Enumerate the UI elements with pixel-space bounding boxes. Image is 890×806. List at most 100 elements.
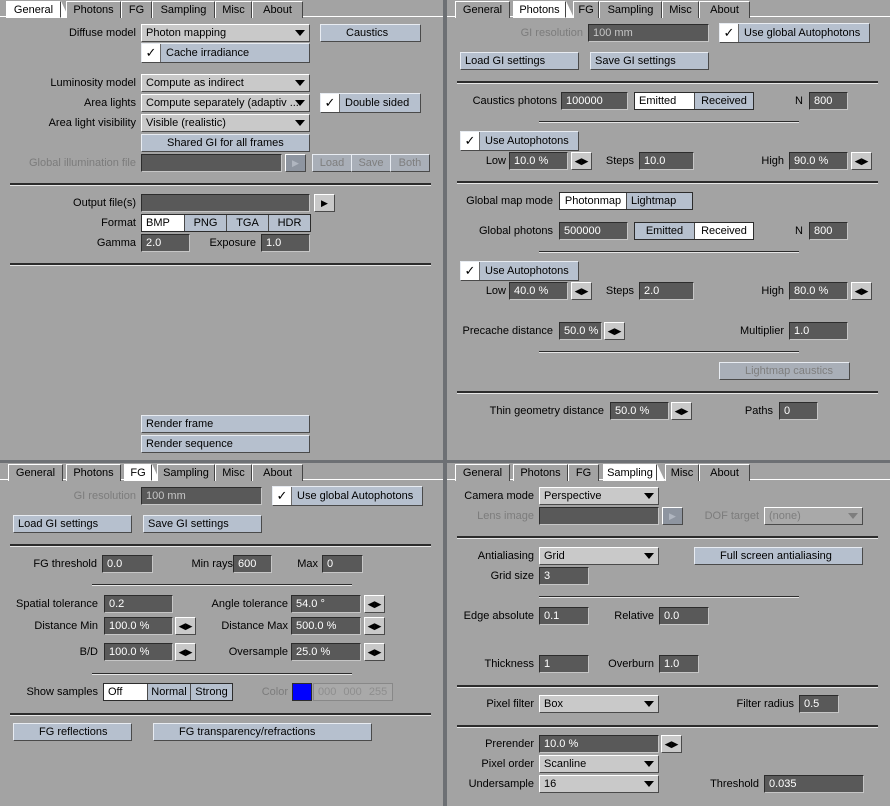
gi-file-browse-button[interactable]: ▶: [285, 154, 306, 172]
relative-field[interactable]: 0.0: [659, 607, 709, 625]
bd-field[interactable]: 100.0 %: [104, 643, 173, 661]
max-field[interactable]: 0: [322, 555, 363, 573]
tab-misc[interactable]: Misc: [215, 464, 252, 481]
caustics-button[interactable]: Caustics: [320, 24, 421, 42]
render-frame-button[interactable]: Render frame: [141, 415, 310, 433]
tab-about[interactable]: About: [252, 464, 303, 481]
caustics-photons-field[interactable]: 100000: [561, 92, 628, 110]
distance-min-spinner[interactable]: ◀▶: [175, 617, 196, 635]
show-samples-normal[interactable]: Normal: [147, 684, 190, 700]
thin-geometry-field[interactable]: 50.0 %: [610, 402, 669, 420]
fg-reflections-button[interactable]: FG reflections: [13, 723, 132, 741]
tab-sampling[interactable]: Sampling: [603, 464, 665, 481]
paths-field[interactable]: 0: [779, 402, 818, 420]
spatial-tolerance-field[interactable]: 0.2: [104, 595, 173, 613]
camera-mode-dropdown[interactable]: Perspective: [539, 487, 659, 505]
tab-about[interactable]: About: [699, 1, 750, 18]
format-bmp[interactable]: BMP: [142, 215, 184, 231]
global-map-mode-selector[interactable]: Photonmap Lightmap: [559, 192, 693, 210]
tab-misc[interactable]: Misc: [665, 464, 699, 481]
lightmap-option[interactable]: Lightmap: [626, 193, 692, 209]
distance-max-spinner[interactable]: ◀▶: [364, 617, 385, 635]
show-samples-off[interactable]: Off: [104, 684, 147, 700]
lightmap-caustics-button[interactable]: Lightmap caustics: [719, 362, 850, 380]
tab-general[interactable]: General: [8, 464, 63, 481]
tab-photons[interactable]: Photons: [66, 464, 121, 481]
global-use-autophotons-checkbox[interactable]: ✓ Use Autophotons: [460, 261, 579, 281]
tab-fg[interactable]: FG: [568, 464, 599, 481]
tab-sampling[interactable]: Sampling: [599, 1, 662, 18]
show-samples-selector[interactable]: Off Normal Strong: [103, 683, 233, 701]
gamma-field[interactable]: 2.0: [141, 234, 190, 252]
caustics-high-field[interactable]: 90.0 %: [789, 152, 848, 170]
tab-sampling[interactable]: Sampling: [152, 1, 215, 18]
fg-threshold-field[interactable]: 0.0: [102, 555, 153, 573]
both-gi-file-button[interactable]: Both: [390, 154, 430, 172]
prerender-spinner[interactable]: ◀▶: [661, 735, 682, 753]
caustics-mode-selector[interactable]: Emitted Received: [634, 92, 754, 110]
render-sequence-button[interactable]: Render sequence: [141, 435, 310, 453]
precache-distance-spinner[interactable]: ◀▶: [604, 322, 625, 340]
global-low-spinner[interactable]: ◀▶: [571, 282, 592, 300]
global-low-field[interactable]: 40.0 %: [509, 282, 568, 300]
cache-irradiance-checkbox[interactable]: ✓ Cache irradiance: [141, 43, 310, 63]
grid-size-field[interactable]: 3: [539, 567, 589, 585]
caustics-steps-field[interactable]: 10.0: [639, 152, 694, 170]
tab-photons[interactable]: Photons: [513, 1, 574, 18]
caustics-received-option[interactable]: Received: [694, 93, 753, 109]
undersample-dropdown[interactable]: 16: [539, 775, 659, 793]
output-files-browse-button[interactable]: ▶: [314, 194, 335, 212]
load-gi-settings-button[interactable]: Load GI settings: [460, 52, 579, 70]
load-gi-file-button[interactable]: Load: [312, 154, 352, 172]
tab-general[interactable]: General: [455, 464, 510, 481]
caustics-low-spinner[interactable]: ◀▶: [571, 152, 592, 170]
luminosity-model-dropdown[interactable]: Compute as indirect: [141, 74, 310, 92]
dof-target-dropdown[interactable]: (none): [764, 507, 863, 525]
color-swatch[interactable]: [292, 683, 312, 701]
overburn-field[interactable]: 1.0: [659, 655, 699, 673]
tab-general[interactable]: General: [6, 1, 69, 18]
fg-transparency-button[interactable]: FG transparency/refractions: [153, 723, 372, 741]
gi-file-field[interactable]: [141, 154, 282, 172]
caustics-low-field[interactable]: 10.0 %: [509, 152, 568, 170]
tab-sampling[interactable]: Sampling: [157, 464, 215, 481]
edge-absolute-field[interactable]: 0.1: [539, 607, 589, 625]
format-png[interactable]: PNG: [184, 215, 226, 231]
tab-general[interactable]: General: [455, 1, 510, 18]
output-files-field[interactable]: [141, 194, 310, 212]
save-gi-file-button[interactable]: Save: [351, 154, 391, 172]
multiplier-field[interactable]: 1.0: [789, 322, 848, 340]
lens-image-browse-button[interactable]: ▶: [662, 507, 683, 525]
tab-photons[interactable]: Photons: [513, 464, 568, 481]
double-sided-checkbox[interactable]: ✓ Double sided: [320, 93, 421, 113]
shared-gi-button[interactable]: Shared GI for all frames: [141, 134, 310, 152]
angle-tolerance-spinner[interactable]: ◀▶: [364, 595, 385, 613]
tab-fg[interactable]: FG: [121, 1, 152, 18]
use-global-autophotons-checkbox[interactable]: ✓ Use global Autophotons: [719, 23, 870, 43]
pixel-filter-dropdown[interactable]: Box: [539, 695, 659, 713]
tab-photons[interactable]: Photons: [66, 1, 121, 18]
global-high-field[interactable]: 80.0 %: [789, 282, 848, 300]
pixel-order-dropdown[interactable]: Scanline: [539, 755, 659, 773]
oversample-field[interactable]: 25.0 %: [291, 643, 361, 661]
use-global-autophotons-checkbox[interactable]: ✓ Use global Autophotons: [272, 486, 423, 506]
bd-spinner[interactable]: ◀▶: [175, 643, 196, 661]
tab-fg[interactable]: FG: [573, 1, 599, 18]
save-gi-settings-button[interactable]: Save GI settings: [143, 515, 262, 533]
photonmap-option[interactable]: Photonmap: [560, 193, 626, 209]
load-gi-settings-button[interactable]: Load GI settings: [13, 515, 132, 533]
global-high-spinner[interactable]: ◀▶: [851, 282, 872, 300]
filter-radius-field[interactable]: 0.5: [799, 695, 839, 713]
format-hdr[interactable]: HDR: [268, 215, 310, 231]
prerender-field[interactable]: 10.0 %: [539, 735, 659, 753]
lens-image-field[interactable]: [539, 507, 659, 525]
format-selector[interactable]: BMP PNG TGA HDR: [141, 214, 311, 232]
area-lights-dropdown[interactable]: Compute separately (adaptiv ...: [141, 94, 310, 112]
thin-geometry-spinner[interactable]: ◀▶: [671, 402, 692, 420]
global-emitted-option[interactable]: Emitted: [635, 223, 694, 239]
full-screen-aa-button[interactable]: Full screen antialiasing: [694, 547, 863, 565]
save-gi-settings-button[interactable]: Save GI settings: [590, 52, 709, 70]
min-rays-field[interactable]: 600: [233, 555, 272, 573]
global-steps-field[interactable]: 2.0: [639, 282, 694, 300]
tab-misc[interactable]: Misc: [215, 1, 252, 18]
